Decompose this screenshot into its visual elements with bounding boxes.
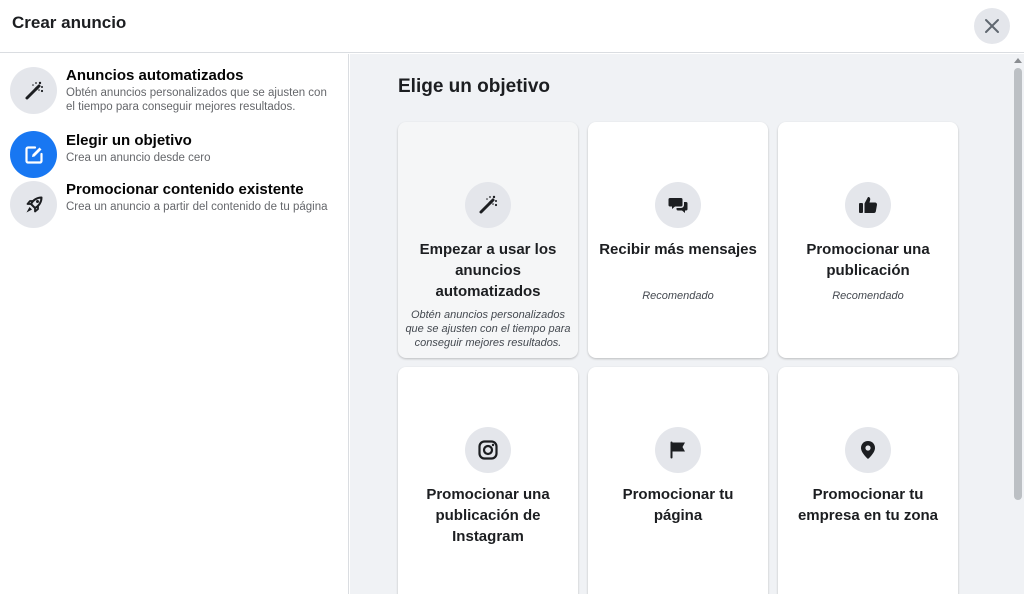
objective-card-promote-post[interactable]: Promocionar una publicación Recomendado — [778, 122, 958, 358]
rocket-icon — [26, 196, 42, 212]
card-subtitle: Recomendado — [832, 290, 904, 302]
edit-icon — [24, 145, 43, 164]
instagram-icon — [478, 440, 498, 460]
close-icon — [985, 19, 999, 33]
sidebar-icon-circle — [10, 181, 57, 228]
card-title: Recibir más mensajes — [599, 241, 757, 258]
sidebar-item-description: Crea un anuncio desde cero — [66, 152, 211, 164]
sidebar-icon-circle — [10, 67, 57, 114]
sidebar-item-title: Elegir un objetivo — [66, 132, 192, 149]
objective-card-local-business[interactable]: Promocionar tu empresa en tu zona — [778, 367, 958, 594]
sidebar-icon-circle-active — [10, 131, 57, 178]
sidebar-item-choose-objective[interactable]: Elegir un objetivo Crea un anuncio desde… — [10, 131, 336, 178]
card-icon-circle — [465, 427, 511, 473]
sidebar-item-promote-existing[interactable]: Promocionar contenido existente Crea un … — [10, 181, 336, 228]
objective-card-automated-ads[interactable]: Empezar a usar los anuncios automatizado… — [398, 122, 578, 358]
card-icon-circle — [845, 427, 891, 473]
card-title: Promocionar una publicación — [806, 241, 930, 279]
card-title: Promocionar una publicación de Instagram — [426, 486, 550, 545]
card-icon-circle — [655, 182, 701, 228]
magic-wand-icon — [25, 81, 43, 99]
objective-card-promote-instagram[interactable]: Promocionar una publicación de Instagram — [398, 367, 578, 594]
sidebar-item-description: Crea un anuncio a partir del contenido d… — [66, 201, 328, 213]
magic-wand-icon — [479, 195, 498, 214]
thumbs-up-icon — [859, 197, 878, 214]
location-pin-icon — [861, 441, 875, 459]
chat-bubbles-icon — [668, 198, 688, 213]
objective-panel: Elige un objetivo Empezar a usar los anu… — [350, 54, 1024, 594]
close-button[interactable] — [974, 8, 1010, 44]
scrollbar[interactable] — [1012, 54, 1024, 594]
card-title: Promocionar tu empresa en tu zona — [797, 486, 939, 524]
card-icon-circle — [845, 182, 891, 228]
card-icon-circle — [465, 182, 511, 228]
sidebar-item-title: Anuncios automatizados — [66, 67, 244, 84]
scroll-up-arrow-icon[interactable] — [1014, 58, 1022, 63]
sidebar-item-title: Promocionar contenido existente — [66, 181, 304, 198]
objective-card-promote-page[interactable]: Promocionar tu página — [588, 367, 768, 594]
card-subtitle: Recomendado — [642, 290, 714, 302]
card-icon-circle — [655, 427, 701, 473]
card-title: Empezar a usar los anuncios automatizado… — [419, 241, 557, 300]
card-subtitle: Obtén anuncios personalizados que se aju… — [405, 309, 571, 349]
scroll-thumb[interactable] — [1014, 68, 1022, 500]
flag-icon — [670, 441, 685, 459]
card-title: Promocionar tu página — [622, 486, 734, 524]
objective-panel-title: Elige un objetivo — [398, 76, 551, 97]
sidebar-item-automated-ads[interactable]: Anuncios automatizados Obtén anuncios pe… — [10, 67, 336, 114]
sidebar-item-description: Obtén anuncios personalizados que se aju… — [66, 87, 327, 113]
dialog-title: Crear anuncio — [12, 13, 127, 32]
objective-card-get-messages[interactable]: Recibir más mensajes Recomendado — [588, 122, 768, 358]
dialog-header: Crear anuncio — [0, 0, 1024, 53]
sidebar: Anuncios automatizados Obtén anuncios pe… — [0, 54, 349, 594]
